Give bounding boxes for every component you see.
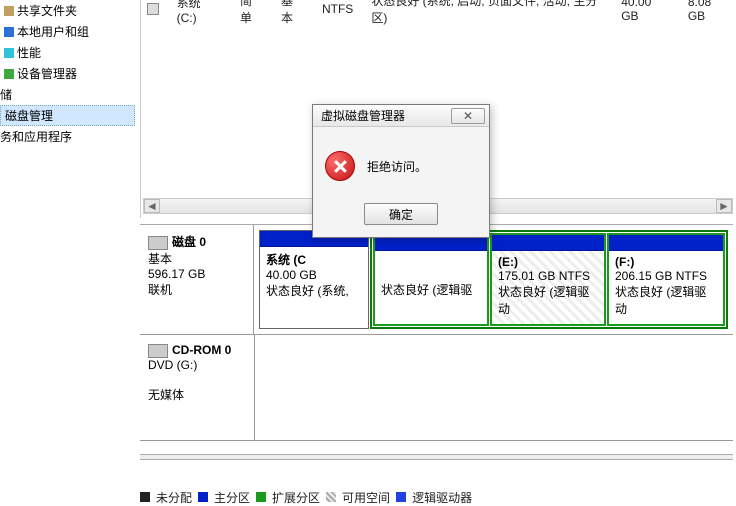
dialog-body: 拒绝访问。 — [313, 127, 489, 195]
disk-0-label[interactable]: 磁盘 0 基本 596.17 GB 联机 — [140, 225, 254, 334]
cdrom-row: CD-ROM 0 DVD (G:) 无媒体 — [140, 335, 733, 441]
disk-0-partitions: 系统 (C 40.00 GB 状态良好 (系统, 状态良好 (逻辑驱 (E:) … — [254, 225, 733, 334]
nav-tree: 共享文件夹 本地用户和组 性能 设备管理器 储 磁盘管理 务和应用程序 — [0, 0, 135, 504]
vol-cap: 40.00 GB — [621, 0, 670, 23]
tree-item-storage[interactable]: 储 — [0, 84, 135, 105]
cdrom-partitions — [255, 335, 733, 440]
splitter[interactable] — [140, 454, 733, 460]
tree-item-shared-folders[interactable]: 共享文件夹 — [0, 0, 135, 21]
partition-f[interactable]: (F:) 206.15 GB NTFS 状态良好 (逻辑驱动 — [607, 233, 725, 326]
vol-name: 系统 (C:) — [177, 0, 222, 25]
error-icon — [325, 151, 355, 181]
vol-layout: 简单 — [240, 0, 263, 26]
error-dialog: 虚拟磁盘管理器 ✕ 拒绝访问。 确定 — [312, 104, 490, 238]
scroll-right-icon[interactable]: ► — [716, 199, 732, 213]
scroll-left-icon[interactable]: ◄ — [144, 199, 160, 213]
ok-button[interactable]: 确定 — [364, 203, 438, 225]
tree-item-services-apps[interactable]: 务和应用程序 — [0, 126, 135, 147]
legend-swatch-primary — [198, 492, 208, 502]
extended-partition: 状态良好 (逻辑驱 (E:) 175.01 GB NTFS 状态良好 (逻辑驱动… — [370, 230, 728, 329]
dialog-title: 虚拟磁盘管理器 — [321, 107, 405, 124]
volume-row[interactable]: 系统 (C:) 简单 基本 NTFS 状态良好 (系统, 启动, 页面文件, 活… — [141, 0, 736, 18]
partition-e[interactable]: (E:) 175.01 GB NTFS 状态良好 (逻辑驱动 — [490, 233, 606, 326]
folder-icon — [4, 6, 14, 16]
perf-icon — [4, 48, 14, 58]
legend-swatch-extended — [256, 492, 266, 502]
tree-item-device-manager[interactable]: 设备管理器 — [0, 63, 135, 84]
tree-item-local-users[interactable]: 本地用户和组 — [0, 21, 135, 42]
cdrom-icon — [148, 344, 168, 358]
volume-icon — [147, 3, 159, 15]
tree-item-disk-management[interactable]: 磁盘管理 — [0, 105, 135, 126]
vol-fs: NTFS — [322, 2, 353, 16]
legend-swatch-unallocated — [140, 492, 150, 502]
close-button[interactable]: ✕ — [451, 108, 485, 124]
disk-0-row: 磁盘 0 基本 596.17 GB 联机 系统 (C 40.00 GB 状态良好… — [140, 225, 733, 335]
partition-header — [609, 235, 723, 251]
vol-status: 状态良好 (系统, 启动, 页面文件, 活动, 主分区) — [371, 0, 603, 26]
legend-swatch-free — [326, 492, 336, 502]
vol-type: 基本 — [281, 0, 304, 26]
cdrom-label[interactable]: CD-ROM 0 DVD (G:) 无媒体 — [140, 335, 255, 440]
partition-logical-1[interactable]: 状态良好 (逻辑驱 — [373, 233, 489, 326]
tree-item-performance[interactable]: 性能 — [0, 42, 135, 63]
close-icon: ✕ — [463, 109, 473, 123]
dialog-titlebar[interactable]: 虚拟磁盘管理器 ✕ — [313, 105, 489, 127]
disk-icon — [148, 236, 168, 250]
device-icon — [4, 69, 14, 79]
legend: 未分配 主分区 扩展分区 可用空间 逻辑驱动器 — [140, 490, 736, 504]
legend-swatch-logical — [396, 492, 406, 502]
dialog-message: 拒绝访问。 — [367, 158, 427, 175]
disk-map: 磁盘 0 基本 596.17 GB 联机 系统 (C 40.00 GB 状态良好… — [140, 224, 733, 446]
users-icon — [4, 27, 14, 37]
vol-free: 8.08 GB — [688, 0, 730, 23]
partition-header — [492, 235, 604, 251]
dialog-buttons: 确定 — [313, 195, 489, 237]
partition-c[interactable]: 系统 (C 40.00 GB 状态良好 (系统, — [259, 230, 369, 329]
